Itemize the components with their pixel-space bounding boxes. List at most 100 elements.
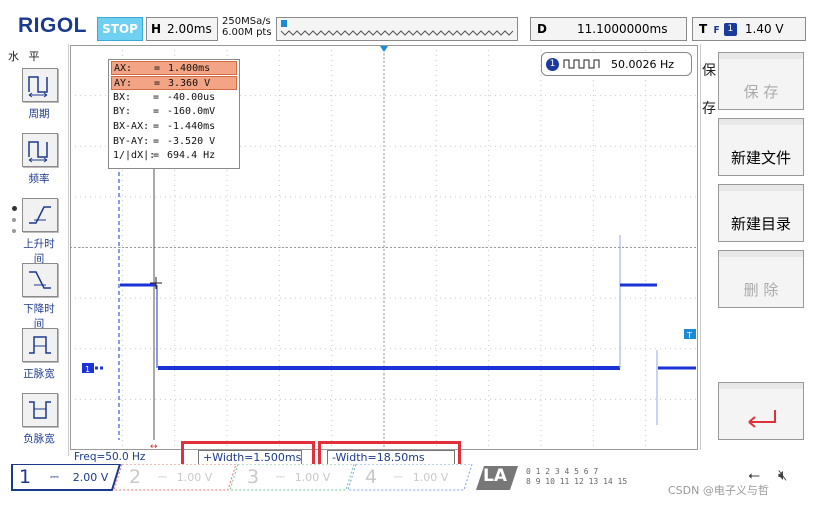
measurement-equals: = [153,135,160,147]
delay-key: D [537,22,547,36]
timebase-key: H [151,22,162,36]
save-menu-title-char-2: 存 [702,101,716,117]
measurement-equals: = [153,120,160,132]
measurement-row: BY: = -160.0mV [109,105,239,120]
measurement-name: BY: [113,106,132,118]
la-bits-bottom: 8 9 10 11 12 13 14 15 [526,477,628,486]
channel-2-scale: 1.00 V [176,470,213,484]
channel-1-coupling-icon: ⎓ [50,470,59,483]
measurement-value: -160.0mV [167,106,216,118]
measure-frequency-label: 频率 [28,173,50,185]
measurement-name: BX: [113,91,132,103]
run-stop-indicator[interactable]: STOP [97,17,143,41]
channel-3-tab[interactable]: 3 ⎓ 1.00 V [242,464,346,490]
delay-readout[interactable]: D 11.1000000ms [530,17,687,41]
counter-value: 50.0026 Hz [611,57,675,71]
trigger-readout[interactable]: T ꜰ 1 1.40 V [692,17,806,41]
frequency-icon [22,133,58,167]
measurement-row: BX-AX: = -1.440ms [109,119,239,134]
measurement-name: 1/|dX|: [113,150,156,162]
measurement-row: 1/|dX|: = 694.4 Hz [109,148,239,163]
acquisition-info: 250MSa/s 6.00M pts [222,16,272,38]
logic-analyzer-tab[interactable]: LA [483,466,507,486]
measure-period[interactable]: 周期 [22,68,64,121]
speaker-mute-icon[interactable]: 🔇︎ [778,466,787,484]
width-measure-marker: ↔ [150,442,158,450]
memory-waveform-overview [280,20,514,36]
period-icon [22,68,58,102]
measurement-name: BY-AY: [113,135,150,147]
measurement-equals: = [153,150,160,162]
save-button[interactable]: 保 存 [718,52,804,110]
measurement-equals: = [154,62,161,74]
channel-1-offset-label: 1 [85,365,90,374]
logic-analyzer-bits: 0 1 2 3 4 5 6 7 8 9 10 11 12 13 14 15 [526,467,627,487]
freq-readout: Freq=50.0 Hz [74,451,146,463]
menu-title: 水 平 [8,50,43,63]
save-menu-title-char-1: 保 [702,63,716,79]
timebase-value: 2.00ms [167,22,212,36]
measure-period-label: 周期 [28,108,50,120]
timebase-readout[interactable]: H 2.00ms [146,17,218,41]
measurement-value: 694.4 Hz [167,150,216,162]
measurement-name: AY: [114,77,133,89]
return-arrow-icon [748,410,776,428]
measure-positive-width-label: 正脉宽 [23,368,55,380]
channel-3-number: 3 [246,466,260,488]
channel-3-coupling-icon: ⎓ [276,470,285,483]
channel-1-scale: 2.00 V [72,470,109,484]
frequency-counter: 1 50.0026 Hz [541,52,692,76]
measure-fall-time[interactable]: 下降时间 [22,263,64,331]
trigger-channel-badge: 1 [723,22,737,36]
rise-time-icon [22,198,58,232]
return-button[interactable] [718,382,804,440]
cursor-measurement-panel: AX: = 1.400ms AY: = 3.360 V BX: = -40.00us BY: = -1… [108,59,240,169]
channel-4-number: 4 [364,466,378,488]
menu-page-dots [12,206,17,240]
cursor-crosshair [150,277,162,289]
trigger-key: T [699,22,708,36]
measurement-equals: = [153,106,160,118]
measure-rise-time-label: 上升时间 [23,238,55,265]
measurement-equals: = [153,91,160,103]
sample-rate: 250MSa/s [222,16,271,27]
channel-3-scale: 1.00 V [294,470,331,484]
channel-4-coupling-icon: ⎓ [394,470,403,483]
measurement-row: BY-AY: = -3.520 V [109,134,239,149]
negative-width-icon [22,393,58,427]
channel-4-tab[interactable]: 4 ⎓ 1.00 V [360,464,464,490]
brand-logo: RIGOL [18,14,87,37]
measure-frequency[interactable]: 频率 [22,133,64,186]
measure-fall-time-label: 下降时间 [23,303,55,330]
delete-button[interactable]: 删 除 [718,250,804,308]
measure-rise-time[interactable]: 上升时间 [22,198,64,266]
trigger-position-marker [380,46,388,52]
memory-position-bar[interactable] [276,17,518,41]
measurement-row: AY: = 3.360 V [111,76,237,90]
measurement-value: 3.360 V [168,77,211,89]
new-folder-button[interactable]: 新建目录 [718,184,804,242]
measurement-value: -3.520 V [167,135,216,147]
watermark: CSDN @电子义与哲 [668,484,769,497]
trigger-level: 1.40 V [744,22,784,36]
channel-2-coupling-icon: ⎓ [158,470,167,483]
memory-position-marker [281,20,287,27]
square-wave-icon [563,59,600,69]
measurement-value: -40.00us [167,91,216,103]
measurement-value: -1.440ms [167,120,216,132]
la-bits-top: 0 1 2 3 4 5 6 7 [526,467,599,476]
measure-positive-width[interactable]: 正脉宽 [22,328,64,381]
positive-width-icon [22,328,58,362]
measurement-row: BX: = -40.00us [109,90,239,105]
channel-2-tab[interactable]: 2 ⎓ 1.00 V [124,464,228,490]
measure-negative-width[interactable]: 负脉宽 [22,393,64,446]
measurement-equals: = [154,77,161,89]
new-file-button[interactable]: 新建文件 [718,118,804,176]
channel-4-scale: 1.00 V [412,470,449,484]
counter-channel-badge: 1 [546,57,559,71]
measurement-name: AX: [114,62,133,74]
channel-1-tab[interactable]: 1 ⎓ 2.00 V [14,464,114,490]
measurement-value: 1.400ms [168,62,211,74]
memory-depth: 6.00M pts [222,27,272,38]
delay-value: 11.1000000ms [577,22,668,36]
